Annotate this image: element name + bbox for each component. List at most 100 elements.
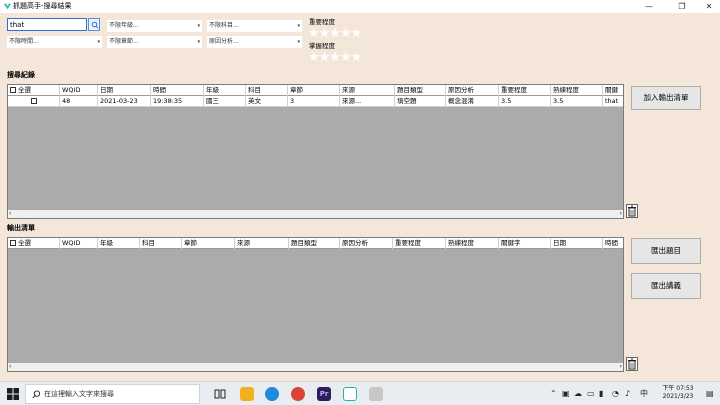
add-to-output-button[interactable]: 加入輸出清單: [631, 86, 701, 110]
notification-icon[interactable]: ▤: [706, 389, 714, 399]
grid-header: 全選 WQID 年級 科目 章節 來源 題目類型 原因分析 重要程度 熟練程度 …: [8, 238, 623, 249]
column-header[interactable]: 重要程度: [499, 85, 551, 96]
keyword-cell: that: [603, 96, 623, 107]
file-explorer-icon[interactable]: [240, 387, 254, 401]
column-header[interactable]: 章節: [288, 85, 340, 96]
clock-date: 2021/3/23: [662, 393, 694, 400]
importance-cell: 3.5: [499, 96, 551, 107]
search-button[interactable]: [88, 18, 100, 31]
column-header[interactable]: 關鍵: [603, 85, 623, 96]
search-input[interactable]: [7, 18, 87, 31]
trash-icon: [628, 205, 636, 217]
paint-app-icon[interactable]: [369, 387, 383, 401]
column-header[interactable]: 年級: [204, 85, 246, 96]
meet-now-icon[interactable]: ▣: [562, 389, 570, 399]
importance-star-rating[interactable]: ★★★★★: [308, 27, 362, 40]
column-header[interactable]: 科目: [140, 238, 182, 249]
column-header[interactable]: 原因分析: [446, 85, 499, 96]
taskbar-search-box[interactable]: 在這裡輸入文字來搜尋: [25, 384, 200, 404]
display-icon[interactable]: ▭: [587, 389, 595, 399]
column-header[interactable]: WQID: [60, 238, 98, 249]
trash-icon: [628, 358, 636, 370]
export-handout-button[interactable]: 匯出講義: [631, 273, 701, 299]
column-header[interactable]: 日期: [98, 85, 151, 96]
column-header[interactable]: 題目類型: [289, 238, 340, 249]
ime-indicator[interactable]: 中: [640, 389, 648, 399]
grade-select-value: 不限年級...: [109, 22, 139, 29]
select-all-checkbox[interactable]: [10, 240, 16, 246]
horizontal-scrollbar[interactable]: ‹ ›: [8, 210, 623, 218]
taskbar-clock[interactable]: 下午 07:53 2021/3/23: [658, 385, 698, 401]
chevron-down-icon: ▾: [97, 39, 100, 45]
search-records-grid: 全選 WQID 日期 時間 年級 科目 章節 來源 題目類型 原因分析 重要程度…: [7, 84, 624, 219]
scroll-left-icon[interactable]: ‹: [9, 363, 11, 371]
mastery-star-rating[interactable]: ★★★★★: [308, 51, 362, 64]
row-select-cell[interactable]: [8, 96, 60, 107]
edge-browser-icon[interactable]: [265, 387, 279, 401]
app-taskbar-icon[interactable]: [343, 387, 357, 401]
search-records-label: 搜尋紀錄: [7, 71, 35, 79]
delete-search-record-button[interactable]: [626, 204, 638, 218]
onedrive-icon[interactable]: ☁: [574, 389, 582, 399]
maximize-button[interactable]: ❐: [673, 0, 691, 13]
horizontal-scrollbar[interactable]: ‹ ›: [8, 363, 623, 371]
column-header[interactable]: 科目: [246, 85, 288, 96]
row-checkbox[interactable]: [30, 98, 37, 104]
volume-icon[interactable]: ♪: [625, 389, 630, 399]
column-header[interactable]: 題目類型: [395, 85, 446, 96]
grade-select[interactable]: 不限年級... ▾: [107, 20, 202, 32]
search-icon: [32, 390, 41, 399]
chevron-up-icon[interactable]: ⌃: [550, 389, 557, 399]
subject-cell: 英文: [246, 96, 288, 107]
window-title: 抓題高手-搜尋結果: [13, 2, 72, 10]
select-all-checkbox[interactable]: [10, 87, 16, 93]
minimize-button[interactable]: —: [640, 0, 658, 13]
column-header[interactable]: WQID: [60, 85, 98, 96]
column-header[interactable]: 關鍵字: [499, 238, 551, 249]
search-icon: [91, 21, 99, 29]
select-all-header[interactable]: 全選: [8, 238, 60, 249]
select-all-label: 全選: [18, 239, 31, 247]
column-header[interactable]: 來源: [340, 85, 395, 96]
windows-start-icon[interactable]: [7, 388, 19, 400]
scroll-right-icon[interactable]: ›: [620, 210, 622, 218]
task-view-icon[interactable]: [214, 388, 226, 400]
column-header[interactable]: 原因分析: [340, 238, 393, 249]
column-header[interactable]: 熟練程度: [551, 85, 603, 96]
time-select-value: 不限時間...: [9, 38, 39, 45]
close-button[interactable]: ✕: [700, 0, 718, 13]
column-header[interactable]: 重要程度: [393, 238, 446, 249]
column-header[interactable]: 章節: [182, 238, 235, 249]
column-header[interactable]: 熟練程度: [446, 238, 499, 249]
chapter-cell: 3: [288, 96, 340, 107]
delete-output-button[interactable]: [626, 357, 638, 371]
column-header[interactable]: 時間: [603, 238, 623, 249]
wqid-cell: 48: [60, 96, 98, 107]
network-icon[interactable]: ◔: [612, 389, 619, 399]
reason-select-value: 原因分析...: [209, 38, 239, 45]
title-bar: 抓題高手-搜尋結果 — ❐ ✕: [0, 0, 720, 13]
scroll-left-icon[interactable]: ‹: [9, 210, 11, 218]
scroll-right-icon[interactable]: ›: [620, 363, 622, 371]
battery-icon[interactable]: ▮: [599, 389, 603, 399]
column-header[interactable]: 年級: [98, 238, 140, 249]
column-header[interactable]: 日期: [551, 238, 603, 249]
reason-select[interactable]: 原因分析... ▾: [207, 36, 302, 48]
reason-cell: 概念混淆: [446, 96, 499, 107]
chevron-down-icon: ▾: [297, 39, 300, 45]
table-row[interactable]: 48 2021-03-23 19:38:35 國三 英文 3 來源... 填空題…: [8, 96, 623, 107]
time-select[interactable]: 不限時間... ▾: [7, 36, 102, 48]
subject-select-value: 不限科目...: [209, 22, 239, 29]
time-cell: 19:38:35: [151, 96, 204, 107]
column-header[interactable]: 來源: [235, 238, 289, 249]
date-cell: 2021-03-23: [98, 96, 151, 107]
chapter-select[interactable]: 不限章節... ▾: [107, 36, 202, 48]
export-questions-button[interactable]: 匯出題目: [631, 238, 701, 264]
chevron-down-icon: ▾: [297, 23, 300, 29]
column-header[interactable]: 時間: [151, 85, 204, 96]
app-logo-icon: [3, 3, 12, 10]
premiere-pro-icon[interactable]: Pr: [317, 387, 331, 401]
subject-select[interactable]: 不限科目... ▾: [207, 20, 302, 32]
chrome-browser-icon[interactable]: [291, 387, 305, 401]
select-all-header[interactable]: 全選: [8, 85, 60, 96]
